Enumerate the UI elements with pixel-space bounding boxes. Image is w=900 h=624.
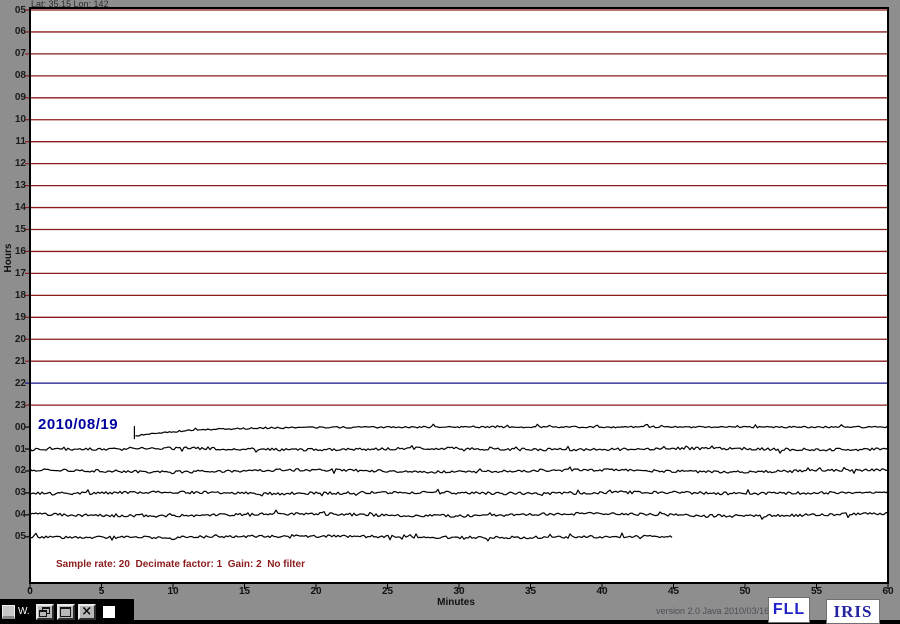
- hour-tick-label: 21: [14, 355, 26, 367]
- hour-tick-label: 09: [14, 92, 26, 104]
- minute-tick-label: 20: [310, 586, 322, 597]
- minute-tick-label: 35: [524, 586, 537, 597]
- hour-tick-label: 01: [14, 443, 26, 455]
- minute-tick-label: 50: [739, 586, 751, 597]
- maximize-button[interactable]: [56, 603, 75, 620]
- helicorder-plot[interactable]: [0, 0, 900, 624]
- hour-tick-label: 02: [14, 465, 26, 477]
- minute-tick-label: 45: [667, 586, 680, 597]
- hour-tick-label: 12: [14, 158, 26, 170]
- hour-tick-label: 03: [14, 487, 26, 499]
- close-icon: ×: [81, 604, 93, 619]
- hour-tick-label: 19: [14, 311, 26, 323]
- minute-tick-label: 55: [810, 586, 823, 597]
- restore-icon: [39, 607, 51, 617]
- minute-tick-label: 10: [167, 586, 179, 597]
- hour-tick-label: 04: [14, 509, 26, 521]
- hour-tick-label: 20: [14, 333, 26, 345]
- hour-tick-label: 15: [14, 224, 26, 235]
- minute-tick-label: 25: [381, 586, 394, 597]
- minute-tick-label: 40: [596, 586, 608, 597]
- hour-tick-label: 08: [14, 70, 26, 82]
- minute-tick-label: 30: [453, 586, 465, 597]
- helicorder-window: Lat: 35.15 Lon: 142 Hours 05 06 07 08 09 10 11…: [0, 0, 900, 624]
- hour-tick-label: 23: [14, 399, 26, 411]
- hour-tick-label: 10: [14, 114, 26, 126]
- settings-readout: Sample rate: 20 Decimate factor: 1 Gain:…: [56, 559, 305, 570]
- minute-tick-label: 0: [27, 586, 33, 597]
- hour-tick-label: 07: [14, 48, 26, 60]
- hour-tick-label: 05: [14, 4, 26, 16]
- minute-tick-label: 5: [98, 586, 105, 597]
- hour-tick-label: 05: [14, 531, 26, 543]
- minute-tick-label: 60: [882, 586, 894, 597]
- restore-button[interactable]: [35, 603, 54, 620]
- minimized-window-title: W.: [18, 606, 30, 617]
- hour-tick-label: 13: [14, 180, 26, 192]
- app-icon: [2, 604, 15, 619]
- date-label: 2010/08/19: [38, 416, 119, 433]
- station-badge: FLL: [768, 597, 810, 623]
- version-text: version 2.0 Java 2010/03/16: [656, 606, 770, 616]
- iris-logo: IRIS: [826, 599, 880, 624]
- x-axis-title: Minutes: [437, 597, 475, 608]
- white-square-indicator: [102, 605, 115, 618]
- desktop: Lat: 35.15 Lon: 142 Hours 05 06 07 08 09 10 11…: [0, 0, 900, 624]
- hour-tick-label: 17: [14, 267, 26, 279]
- minute-tick-label: 15: [238, 586, 251, 597]
- minimized-window-bar: W. ×: [0, 599, 134, 624]
- hour-tick-label: 18: [14, 289, 26, 301]
- station-coordinates: Lat: 35.15 Lon: 142: [31, 0, 109, 9]
- hour-tick-label: 06: [14, 26, 26, 38]
- hour-tick-label: 00: [14, 421, 26, 433]
- hour-tick-label: 11: [15, 136, 26, 148]
- maximize-icon: [60, 606, 72, 617]
- hour-tick-label: 16: [14, 245, 26, 257]
- hour-tick-label: 14: [14, 202, 26, 214]
- close-button[interactable]: ×: [77, 603, 96, 620]
- hour-tick-label: 22: [14, 377, 26, 389]
